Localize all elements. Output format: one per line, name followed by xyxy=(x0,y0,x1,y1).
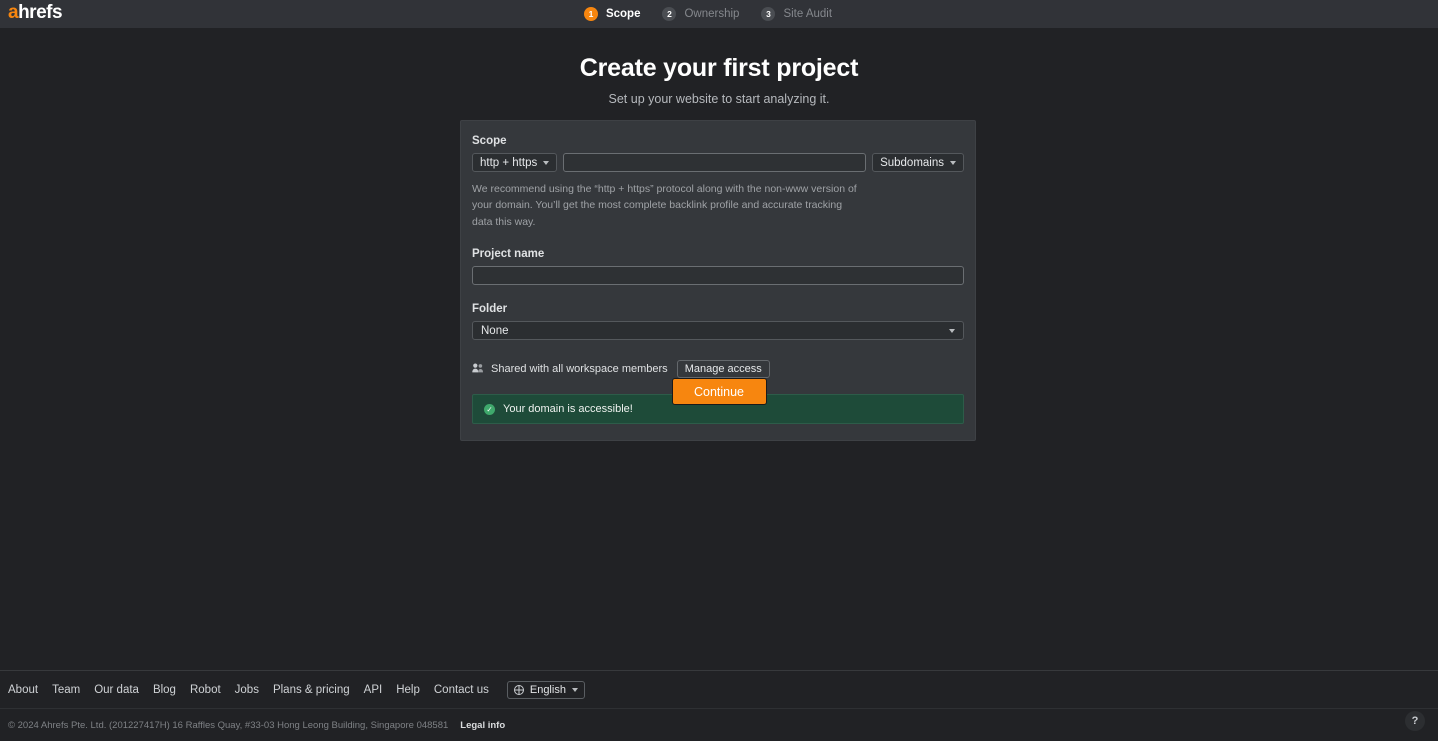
footer-links-row: About Team Our data Blog Robot Jobs Plan… xyxy=(0,671,1438,709)
step-scope[interactable]: 1 Scope xyxy=(583,7,663,21)
url-input[interactable] xyxy=(563,153,867,172)
check-circle-icon: ✓ xyxy=(484,403,495,415)
step-scope-label: Scope xyxy=(605,8,641,20)
scope-section: Scope http + https Subdomains We recomme… xyxy=(472,135,964,230)
language-selector-value: English xyxy=(529,683,566,696)
protocol-dropdown[interactable]: http + https xyxy=(472,153,558,172)
main-content: Create your first project Set up your we… xyxy=(0,28,1438,442)
help-button[interactable]: ? xyxy=(1405,711,1425,731)
footer-link-contact-us[interactable]: Contact us xyxy=(434,684,489,696)
footer-link-team[interactable]: Team xyxy=(52,684,80,696)
scope-hint: We recommend using the “http + https” pr… xyxy=(472,183,857,228)
legal-info-link[interactable]: Legal info xyxy=(460,720,505,731)
footer-link-our-data[interactable]: Our data xyxy=(94,684,139,696)
footer-link-robot[interactable]: Robot xyxy=(190,684,221,696)
page-footer: About Team Our data Blog Robot Jobs Plan… xyxy=(0,670,1438,741)
step-site-audit-number: 3 xyxy=(761,7,776,21)
chevron-down-icon xyxy=(543,160,550,165)
footer-link-api[interactable]: API xyxy=(364,684,383,696)
continue-button[interactable]: Continue xyxy=(671,378,767,405)
sharing-text: Shared with all workspace members xyxy=(491,363,668,376)
scope-row: http + https Subdomains xyxy=(472,153,964,172)
footer-link-about[interactable]: About xyxy=(8,684,38,696)
manage-access-button[interactable]: Manage access xyxy=(676,360,770,379)
folder-label: Folder xyxy=(472,303,508,316)
language-selector[interactable]: English xyxy=(506,680,585,699)
globe-icon xyxy=(513,684,524,695)
app-header: ahrefs 1 Scope 2 Ownership 3 Site Audit xyxy=(0,0,1438,28)
project-name-section: Project name xyxy=(472,248,964,286)
domain-accessible-alert-text: Your domain is accessible! xyxy=(503,403,633,416)
folder-dropdown-value: None xyxy=(481,324,509,337)
footer-link-help[interactable]: Help xyxy=(396,684,420,696)
step-ownership-number: 2 xyxy=(662,7,677,21)
protocol-dropdown-value: http + https xyxy=(480,156,538,169)
chevron-down-icon xyxy=(950,160,956,165)
project-name-input[interactable] xyxy=(472,266,964,286)
footer-link-plans-pricing[interactable]: Plans & pricing xyxy=(273,684,350,696)
chevron-down-icon xyxy=(949,328,955,333)
wizard-steps: 1 Scope 2 Ownership 3 Site Audit xyxy=(0,0,1438,28)
footer-link-blog[interactable]: Blog xyxy=(153,684,176,696)
sharing-row: Shared with all workspace members Manage… xyxy=(472,360,964,379)
subdomains-dropdown-value: Subdomains xyxy=(880,156,944,169)
continue-button-wrapper: Continue xyxy=(0,378,1438,405)
step-site-audit[interactable]: 3 Site Audit xyxy=(761,7,854,21)
footer-legal-row: © 2024 Ahrefs Pte. Ltd. (201227417H) 16 … xyxy=(0,709,1438,741)
step-scope-number: 1 xyxy=(583,7,598,21)
footer-link-jobs[interactable]: Jobs xyxy=(235,684,259,696)
folder-dropdown[interactable]: None xyxy=(472,321,964,341)
step-ownership[interactable]: 2 Ownership xyxy=(662,7,761,21)
users-icon xyxy=(472,360,484,378)
folder-section: Folder None xyxy=(472,303,964,341)
project-name-label: Project name xyxy=(472,247,545,260)
page-title: Create your first project xyxy=(579,54,859,82)
step-site-audit-label: Site Audit xyxy=(783,8,833,20)
scope-label: Scope xyxy=(472,135,507,147)
copyright-text: © 2024 Ahrefs Pte. Ltd. (201227417H) 16 … xyxy=(8,719,449,731)
step-ownership-label: Ownership xyxy=(684,8,740,20)
page-subtitle: Set up your website to start analyzing i… xyxy=(608,92,830,106)
subdomains-dropdown[interactable]: Subdomains xyxy=(872,153,964,172)
chevron-down-icon xyxy=(571,687,578,692)
